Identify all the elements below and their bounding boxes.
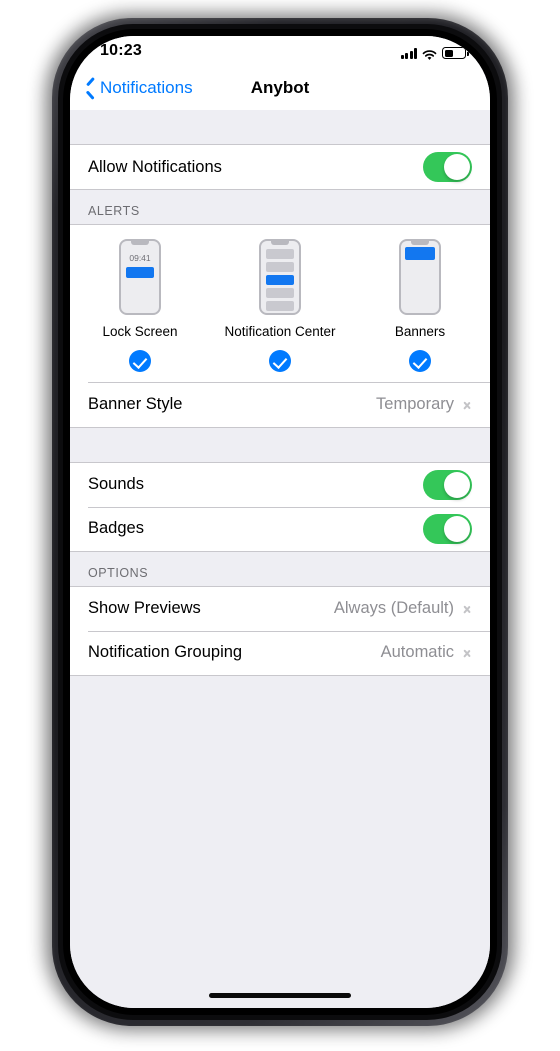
row-value: Temporary <box>376 395 454 413</box>
chevron-right-icon <box>464 646 472 660</box>
options-group: Show Previews Always (Default) Notificat… <box>70 585 490 676</box>
row-value: Automatic <box>380 643 454 661</box>
row-label: Show Previews <box>88 599 201 617</box>
list-top-spacer <box>70 110 490 144</box>
row-sounds[interactable]: Sounds <box>70 462 490 507</box>
preview-notch <box>411 241 429 245</box>
row-label: Badges <box>88 519 144 537</box>
section-header-options: OPTIONS <box>70 551 490 586</box>
row-label: Banner Style <box>88 395 183 413</box>
toggle-knob <box>444 471 470 498</box>
preview-row-5 <box>266 301 294 311</box>
notification-center-preview-icon <box>259 239 301 315</box>
preview-row-4 <box>266 288 294 298</box>
alert-option-label: Notification Center <box>224 324 336 339</box>
alert-option-lock-screen[interactable]: 09:41 Lock Screen <box>81 239 199 372</box>
row-badges[interactable]: Badges <box>70 506 490 551</box>
preview-notification-bar <box>126 267 154 278</box>
preview-row-1 <box>266 249 294 259</box>
alerts-group: 09:41 Lock Screen Notification Center Ba… <box>70 224 490 428</box>
alert-option-banners[interactable]: Banners <box>361 239 479 372</box>
preview-row-2 <box>266 262 294 272</box>
alert-option-checkbox-lock-screen[interactable] <box>129 350 151 372</box>
status-bar: 10:23 <box>70 36 490 66</box>
battery-icon <box>442 47 469 59</box>
back-button-label: Notifications <box>100 78 193 97</box>
alert-style-picker: 09:41 Lock Screen Notification Center Ba… <box>70 225 490 382</box>
row-label: Sounds <box>88 475 144 493</box>
alert-option-checkbox-banners[interactable] <box>409 350 431 372</box>
back-button[interactable]: Notifications <box>84 66 193 110</box>
alert-option-label: Banners <box>394 324 446 339</box>
lock-screen-preview-icon: 09:41 <box>119 239 161 315</box>
section-header-label: ALERTS <box>88 204 140 218</box>
chevron-right-icon <box>464 398 472 412</box>
row-value: Always (Default) <box>333 599 454 617</box>
chevron-right-icon <box>464 602 472 616</box>
screenshot-stage: 10:23 Notifications Anybot Allow Notific… <box>0 0 560 1051</box>
banners-preview-icon <box>399 239 441 315</box>
section-spacer-sounds <box>70 427 490 462</box>
preview-time: 09:41 <box>129 253 151 263</box>
toggle-knob <box>444 154 470 180</box>
status-bar-indicators <box>400 43 469 60</box>
section-header-alerts: ALERTS <box>70 190 490 224</box>
cellular-bars-icon <box>400 48 417 59</box>
preview-notification-bar <box>405 247 435 260</box>
row-banner-style[interactable]: Banner Style Temporary <box>70 382 490 427</box>
page-title: Anybot <box>250 78 310 97</box>
alert-option-label: Lock Screen <box>102 324 178 339</box>
alert-option-notification-center[interactable]: Notification Center <box>221 239 339 372</box>
preview-notch <box>271 241 289 245</box>
settings-list: Allow Notifications ALERTS 09:41 Lock Sc… <box>70 110 490 1008</box>
alert-option-checkbox-notification-center[interactable] <box>269 350 291 372</box>
home-indicator[interactable] <box>209 993 351 998</box>
toggle-knob <box>444 515 470 542</box>
navigation-bar: Notifications Anybot <box>70 66 490 110</box>
row-label: Allow Notifications <box>88 157 222 176</box>
badges-toggle[interactable] <box>423 513 472 544</box>
phone-screen: 10:23 Notifications Anybot Allow Notific… <box>70 36 490 1008</box>
wifi-icon <box>422 48 437 60</box>
row-allow-notifications[interactable]: Allow Notifications <box>70 145 490 189</box>
preview-notch <box>131 241 149 245</box>
status-bar-time: 10:23 <box>100 42 142 59</box>
section-header-label: OPTIONS <box>88 565 149 580</box>
row-show-previews[interactable]: Show Previews Always (Default) <box>70 586 490 631</box>
row-notification-grouping[interactable]: Notification Grouping Automatic <box>70 630 490 675</box>
preview-notification-bar <box>266 275 294 285</box>
sounds-badges-group: Sounds Badges <box>70 461 490 552</box>
allow-notifications-group: Allow Notifications <box>70 144 490 190</box>
allow-notifications-toggle[interactable] <box>423 152 472 182</box>
chevron-left-icon <box>84 79 95 98</box>
sounds-toggle[interactable] <box>423 469 472 500</box>
row-label: Notification Grouping <box>88 643 243 661</box>
